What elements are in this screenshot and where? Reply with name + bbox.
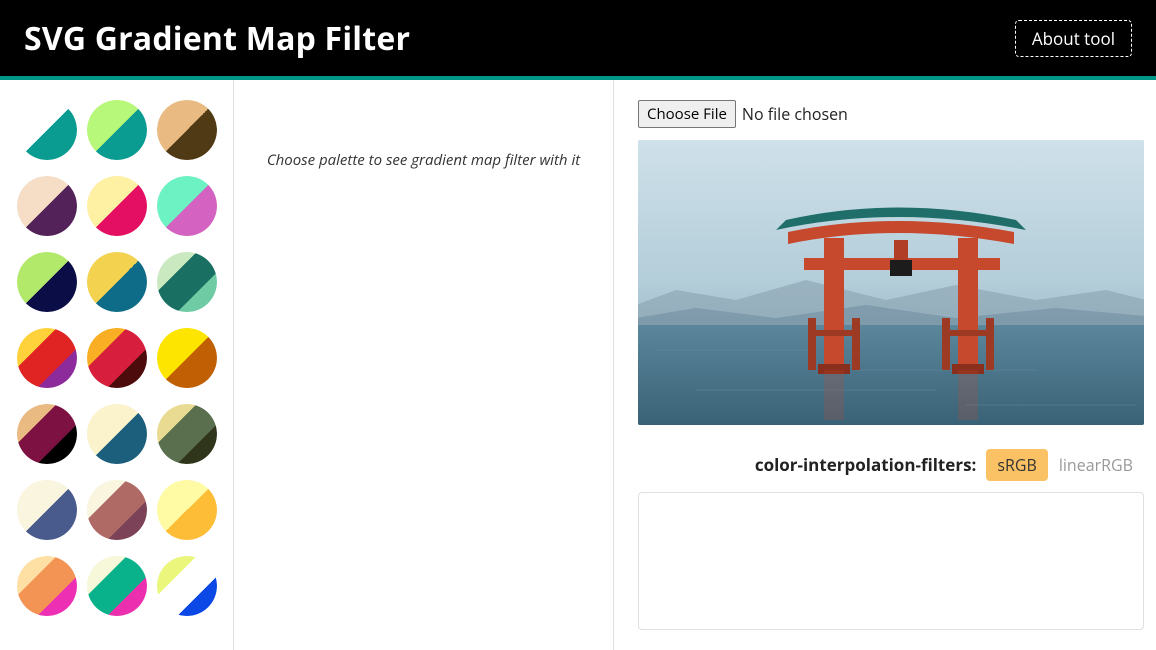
interp-option-sRGB[interactable]: sRGB: [986, 449, 1047, 481]
palette-swatch[interactable]: [17, 252, 77, 312]
page-title: SVG Gradient Map Filter: [24, 17, 410, 60]
palette-grid: [10, 100, 223, 616]
palette-swatch[interactable]: [157, 556, 217, 616]
palette-swatch[interactable]: [17, 556, 77, 616]
palette-swatch[interactable]: [157, 100, 217, 160]
color-interpolation-label: color-interpolation-filters:: [755, 453, 977, 476]
about-button[interactable]: About tool: [1015, 20, 1132, 57]
code-panel: Choose palette to see gradient map filte…: [234, 80, 614, 650]
palette-swatch[interactable]: [87, 100, 147, 160]
palette-swatch[interactable]: [87, 404, 147, 464]
palette-swatch[interactable]: [17, 328, 77, 388]
choose-file-button[interactable]: Choose File: [638, 100, 736, 128]
palette-swatch[interactable]: [87, 252, 147, 312]
palette-swatch[interactable]: [157, 404, 217, 464]
file-picker-row: Choose File No file chosen: [638, 100, 1144, 128]
header: SVG Gradient Map Filter About tool: [0, 0, 1156, 80]
palette-swatch[interactable]: [87, 328, 147, 388]
palette-swatch[interactable]: [17, 176, 77, 236]
interp-option-linearRGB[interactable]: linearRGB: [1048, 449, 1144, 481]
palette-swatch[interactable]: [87, 176, 147, 236]
palette-swatch[interactable]: [157, 176, 217, 236]
palette-swatch[interactable]: [17, 100, 77, 160]
preview-panel: Choose File No file chosen: [614, 80, 1156, 650]
file-status: No file chosen: [742, 103, 848, 125]
color-interpolation-row: color-interpolation-filters: sRGBlinearR…: [638, 453, 1144, 476]
palette-swatch[interactable]: [157, 480, 217, 540]
palette-swatch[interactable]: [17, 404, 77, 464]
preview-image: [638, 140, 1144, 425]
placeholder-text: Choose palette to see gradient map filte…: [254, 150, 593, 170]
output-box: [638, 492, 1144, 630]
palette-swatch[interactable]: [17, 480, 77, 540]
palette-swatch[interactable]: [157, 252, 217, 312]
palette-swatch[interactable]: [87, 556, 147, 616]
palette-swatch[interactable]: [157, 328, 217, 388]
main: Choose palette to see gradient map filte…: [0, 80, 1156, 650]
palette-swatch[interactable]: [87, 480, 147, 540]
palette-sidebar: [0, 80, 234, 650]
